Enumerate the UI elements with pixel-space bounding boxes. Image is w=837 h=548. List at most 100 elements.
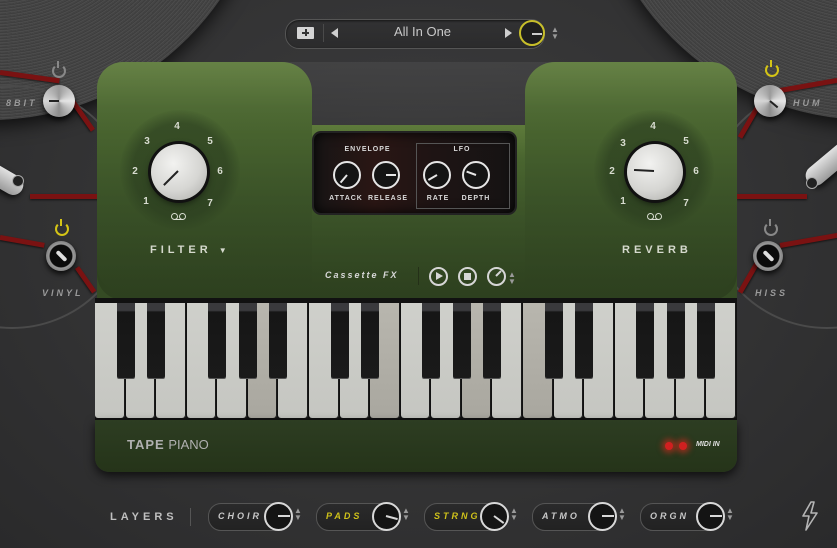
black-key[interactable] (483, 303, 502, 378)
filter-scale-5: 5 (207, 136, 213, 147)
8bit-knob[interactable] (43, 85, 75, 117)
layers-label: LAYERS (110, 511, 178, 523)
reverb-scale-6: 6 (693, 166, 699, 177)
folder-add-icon[interactable] (297, 27, 314, 39)
filter-scale-6: 6 (217, 166, 223, 177)
power-icon-hiss[interactable] (764, 219, 778, 236)
up-down-arrows-icon[interactable]: ▲ ▼ (402, 507, 410, 522)
layer-pads[interactable]: PADS (316, 502, 401, 531)
up-down-arrows-icon[interactable]: ▲ ▼ (508, 271, 516, 286)
attack-knob[interactable] (333, 161, 361, 189)
cassette-fx-label: Cassette FX (325, 270, 399, 280)
black-key[interactable] (147, 303, 166, 378)
stop-button[interactable] (458, 267, 477, 286)
play-icon (436, 272, 443, 280)
brand-logo: TAPE PIANO (127, 437, 209, 452)
layer-volume-knob[interactable] (264, 502, 293, 531)
wire (737, 194, 807, 199)
layer-name[interactable]: ORGN (650, 511, 689, 521)
rate-knob[interactable] (423, 161, 451, 189)
reverb-scale-3: 3 (620, 138, 626, 149)
prev-preset-button[interactable] (331, 28, 338, 38)
divider (190, 508, 191, 526)
depth-knob[interactable] (462, 161, 490, 189)
play-button[interactable] (429, 267, 448, 286)
layer-atmo[interactable]: ATMO (532, 502, 617, 531)
reverb-knob[interactable] (627, 144, 683, 200)
power-icon-hum[interactable] (765, 60, 779, 77)
power-icon-8bit[interactable] (52, 61, 66, 78)
envelope-title: ENVELOPE (344, 146, 391, 153)
release-knob[interactable] (372, 161, 400, 189)
stop-icon (464, 273, 471, 280)
filter-knob[interactable] (151, 144, 207, 200)
up-down-arrows-icon[interactable]: ▲ ▼ (294, 507, 302, 522)
rate-label: RATE (426, 195, 450, 202)
up-down-arrows-icon[interactable]: ▲ ▼ (618, 507, 626, 522)
filter-scale-3: 3 (144, 136, 150, 147)
black-key[interactable] (330, 303, 349, 378)
filter-scale-7: 7 (207, 198, 213, 209)
divider (323, 24, 324, 42)
black-key[interactable] (208, 303, 227, 378)
screw-icon (806, 177, 818, 189)
brand-light: PIANO (168, 437, 209, 452)
filter-scale-1: 1 (143, 196, 149, 207)
black-key[interactable] (636, 303, 655, 378)
midi-in-label: MIDI IN (696, 441, 720, 448)
vinyl-label: VINYL (42, 288, 84, 298)
layer-name[interactable]: ATMO (542, 511, 580, 521)
cassette-tape-icon (647, 213, 663, 220)
lightning-bolt-icon[interactable] (800, 501, 820, 531)
black-key[interactable] (452, 303, 471, 378)
filter-scale-4: 4 (174, 121, 180, 132)
hiss-switch[interactable] (753, 241, 783, 271)
layer-volume-knob[interactable] (372, 502, 401, 531)
layer-name[interactable]: STRNG (434, 511, 481, 521)
black-key[interactable] (666, 303, 685, 378)
up-down-arrows-icon[interactable]: ▲ ▼ (551, 26, 559, 41)
up-down-arrows-icon[interactable]: ▲ ▼ (510, 507, 518, 522)
hum-knob[interactable] (754, 85, 786, 117)
lfo-title: LFO (453, 146, 471, 153)
layer-volume-knob[interactable] (480, 502, 509, 531)
screw-icon (12, 175, 24, 187)
attack-label: ATTACK (329, 195, 363, 202)
black-key[interactable] (116, 303, 135, 378)
master-volume-knob[interactable] (519, 20, 545, 46)
hum-label: HUM (793, 98, 823, 108)
vinyl-switch[interactable] (46, 241, 76, 271)
divider (418, 267, 419, 285)
black-key[interactable] (269, 303, 288, 378)
black-key[interactable] (422, 303, 441, 378)
reverb-label: REVERB (622, 244, 692, 256)
power-icon-vinyl[interactable] (55, 219, 69, 236)
layer-volume-knob[interactable] (696, 502, 725, 531)
black-key[interactable] (361, 303, 380, 378)
filter-label[interactable]: FILTER ▼ (150, 244, 227, 256)
up-down-arrows-icon[interactable]: ▲ ▼ (726, 507, 734, 522)
preset-name[interactable]: All In One (345, 24, 500, 39)
midi-led (665, 442, 673, 450)
layer-strng[interactable]: STRNG (424, 502, 509, 531)
midi-led (679, 442, 687, 450)
reverb-scale-7: 7 (683, 198, 689, 209)
release-label: RELEASE (367, 195, 409, 202)
layer-orgn[interactable]: ORGN (640, 502, 725, 531)
cassette-tape-icon (171, 213, 187, 220)
black-key[interactable] (238, 303, 257, 378)
black-key[interactable] (544, 303, 563, 378)
layer-choir[interactable]: CHOIR (208, 502, 293, 531)
layer-volume-knob[interactable] (588, 502, 617, 531)
black-key[interactable] (575, 303, 594, 378)
reverb-scale-2: 2 (609, 166, 615, 177)
8bit-label: 8BIT (6, 98, 38, 108)
reverb-scale-1: 1 (620, 196, 626, 207)
triangle-down-icon: ▼ (218, 246, 227, 255)
black-key[interactable] (697, 303, 716, 378)
next-preset-button[interactable] (505, 28, 512, 38)
reverb-scale-5: 5 (683, 136, 689, 147)
cassette-fx-knob[interactable] (487, 267, 506, 286)
layer-name[interactable]: PADS (326, 511, 362, 521)
layer-name[interactable]: CHOIR (218, 511, 262, 521)
